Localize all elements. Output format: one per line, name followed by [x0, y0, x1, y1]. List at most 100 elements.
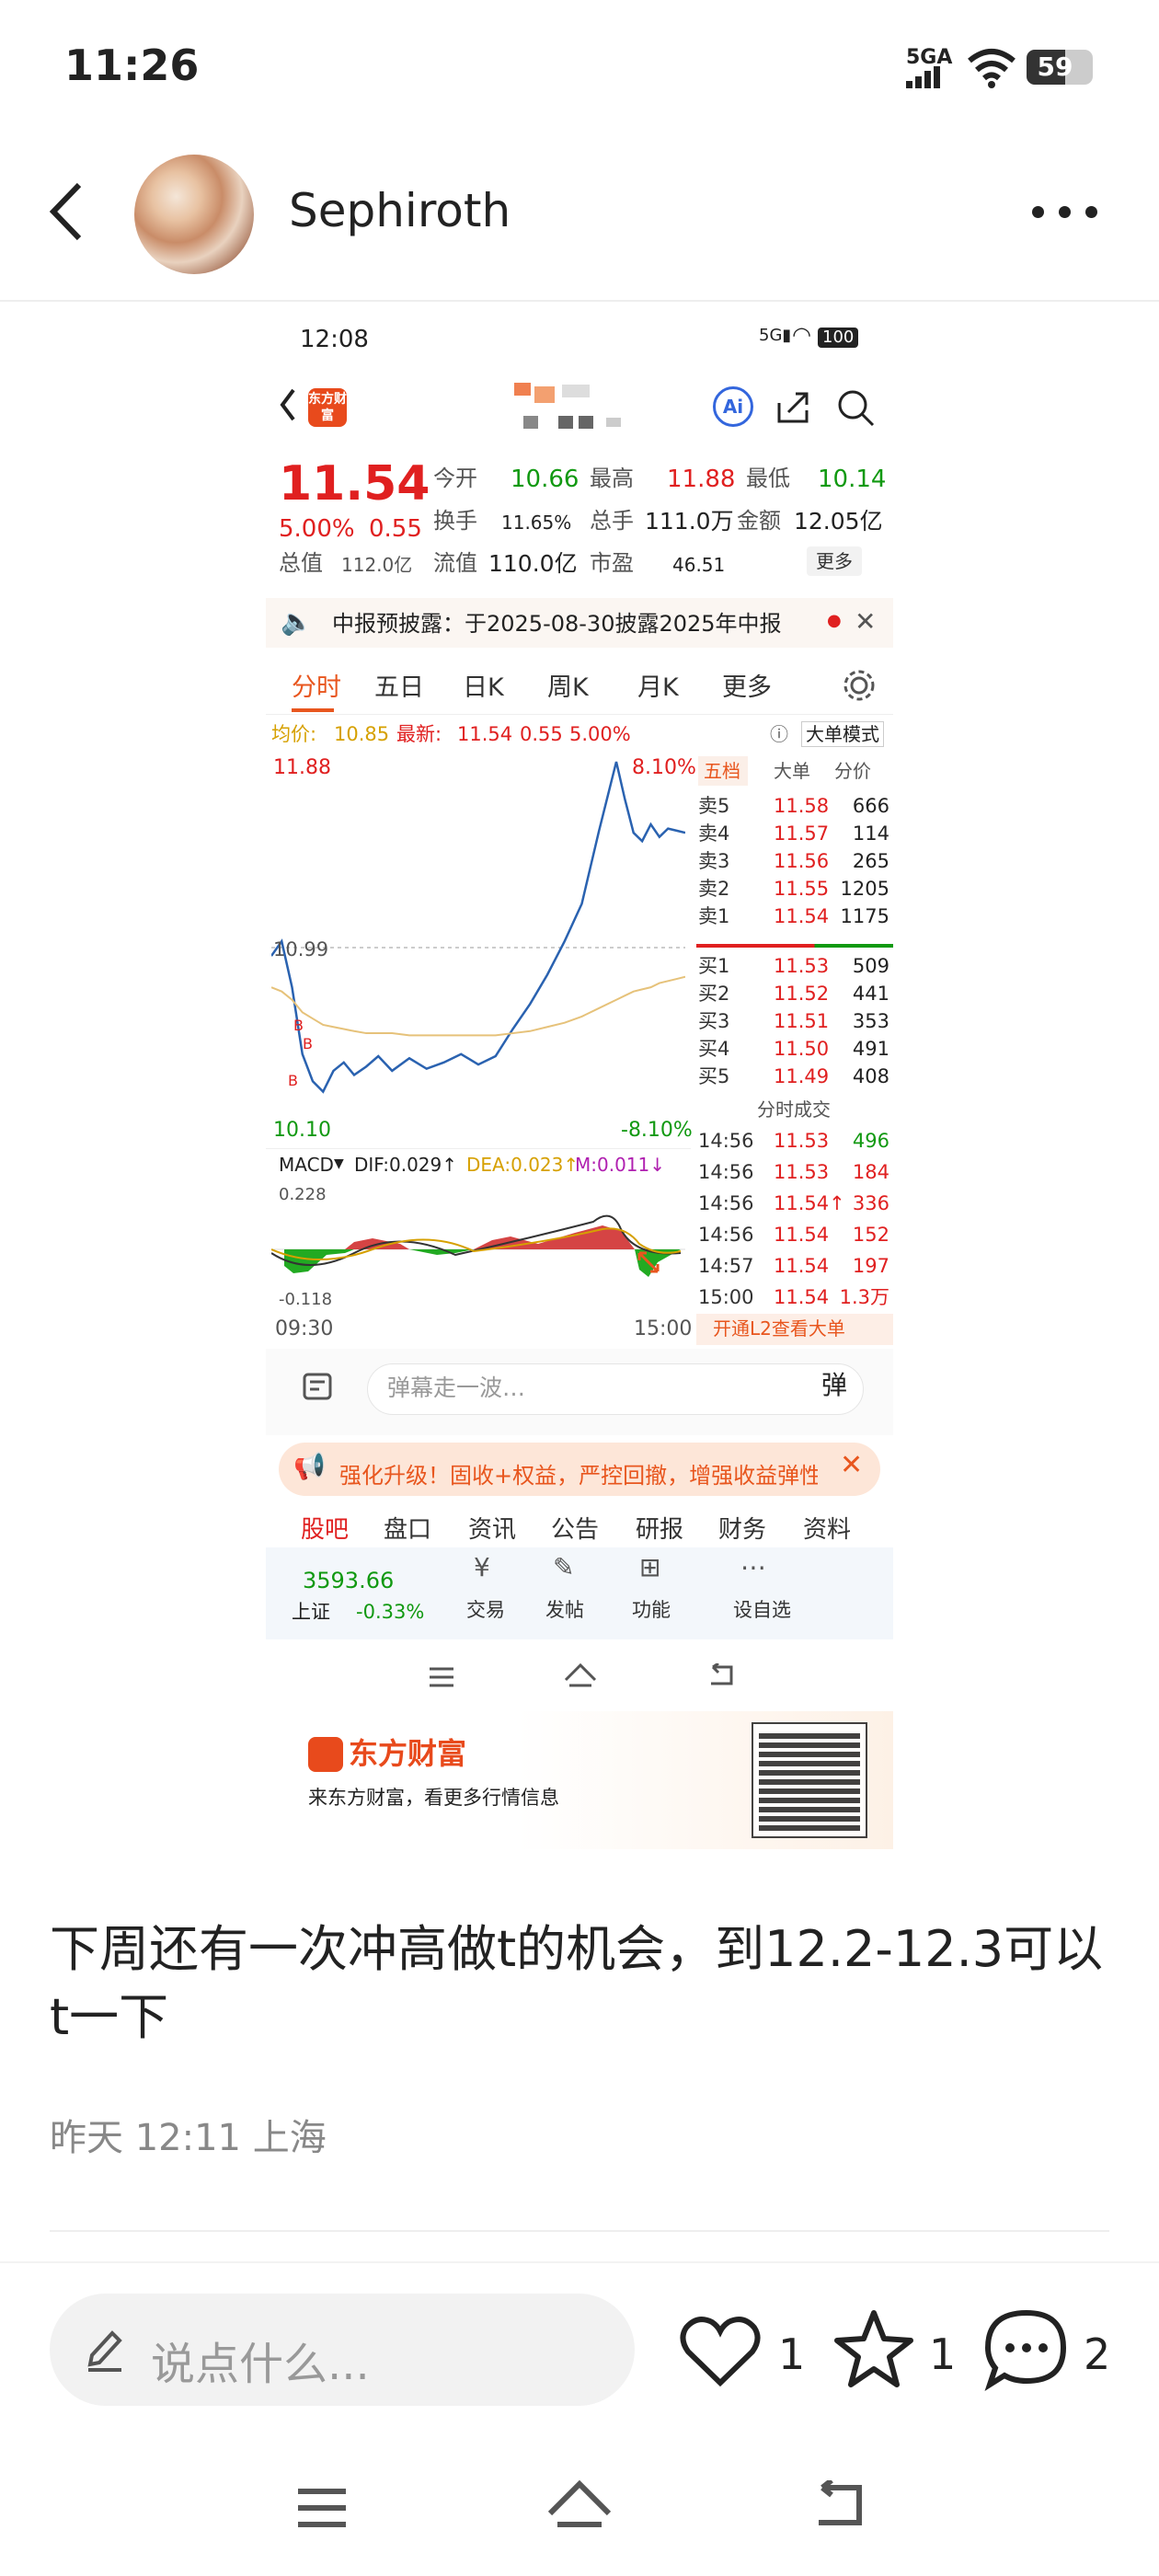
megaphone-icon: 📢 [293, 1451, 326, 1481]
battery-icon: 59 [1027, 50, 1093, 85]
subtab-2: 资讯 [468, 1516, 517, 1544]
mcap-label: 总值 [279, 550, 323, 576]
avg-price-line [271, 975, 685, 1037]
bid-volume: 408 [852, 1065, 889, 1087]
ad-tagline: 来东方财富，看更多行情信息 [308, 1787, 559, 1809]
ask-label: 卖2 [698, 878, 730, 900]
trade-volume: 152 [852, 1224, 889, 1246]
low-label: 最低 [746, 466, 790, 491]
comment-icon[interactable] [982, 2307, 1071, 2392]
search-icon [838, 390, 875, 427]
avatar[interactable] [134, 155, 254, 274]
inner-wifi-icon: ◠ [792, 322, 811, 348]
macd-dea: DEA:0.023↑ [466, 1154, 580, 1176]
speaker-icon: 🔈 [281, 606, 313, 637]
open-value: 10.66 [511, 466, 580, 493]
function-icon: ⊞ [639, 1552, 661, 1582]
bid-volume: 509 [852, 955, 889, 977]
danmu-settings-icon [303, 1373, 332, 1400]
float-value: 110.0亿 [488, 550, 578, 577]
change-pct: 5.00% [279, 515, 355, 543]
bid-volume: 353 [852, 1010, 889, 1032]
amount-label: 金额 [737, 508, 781, 534]
index-value: 3593.66 [303, 1568, 395, 1593]
trade-time: 14:57 [698, 1255, 754, 1277]
add-watchlist-icon: ⋯ [740, 1552, 766, 1582]
mcap-value: 112.0亿 [341, 554, 413, 576]
ask-price: 11.56 [774, 850, 830, 872]
post-text: 下周还有一次冲高做t的机会，到12.2-12.3可以t一下 [50, 1920, 1104, 2046]
ob-col2: 大单 [774, 760, 810, 782]
ask-label: 卖3 [698, 850, 730, 872]
tabs-divider [266, 714, 893, 715]
buy-marker: B [303, 1035, 313, 1052]
trade-volume: 1.3万 [839, 1286, 889, 1308]
inner-signal-icon: 5G▮ [759, 326, 792, 345]
inner-home-icon [564, 1662, 597, 1687]
trades-title: 分时成交 [757, 1098, 831, 1121]
ask-label: 卖4 [698, 822, 730, 845]
ask-volume: 1175 [840, 905, 889, 927]
tab-0: 分时 [292, 673, 341, 702]
chart-down-pct: -8.10% [621, 1119, 693, 1142]
subtab-5: 财务 [718, 1516, 767, 1544]
back-arrow-icon[interactable] [46, 179, 86, 244]
header-divider [0, 300, 1159, 302]
inner-back-icon [280, 388, 295, 421]
bottom-item-3: 设自选 [733, 1599, 791, 1621]
chart-up-pct: 8.10% [632, 756, 696, 779]
inner-menu-icon [430, 1667, 453, 1687]
expand-icon [637, 1251, 660, 1273]
bid-label: 买5 [698, 1065, 730, 1087]
post-divider [50, 2230, 1109, 2232]
nav-home-icon[interactable] [546, 2478, 613, 2532]
ai-icon: Ai [713, 386, 753, 427]
username[interactable]: Sephiroth [289, 184, 511, 237]
favorite-star-icon[interactable] [832, 2307, 916, 2390]
eastmoney-logo: 东方财富 [308, 388, 347, 427]
ask-label: 卖5 [698, 795, 730, 817]
ask-price: 11.55 [774, 878, 830, 900]
trade-price: 11.53 [774, 1161, 830, 1183]
trade-time: 14:56 [698, 1161, 754, 1183]
change-abs: 0.55 [369, 515, 422, 543]
buy-marker: B [288, 1072, 298, 1089]
promo-text: 强化升级！固收+权益，严控回撤，增强收益弹性 [339, 1463, 818, 1489]
trade-volume: 496 [852, 1130, 889, 1152]
notice-close-icon: ✕ [855, 606, 877, 637]
ask-volume: 265 [852, 850, 889, 872]
tab-1: 五日 [374, 673, 424, 702]
tab-3: 周K [547, 673, 589, 702]
price-line [271, 761, 685, 1094]
battery-level: 59 [1037, 52, 1073, 82]
favorite-count: 1 [929, 2329, 957, 2379]
trade-icon: ¥ [474, 1552, 490, 1582]
bid-price: 11.53 [774, 955, 830, 977]
wifi-icon [968, 49, 1016, 88]
qr-code [752, 1722, 867, 1838]
last-value: 11.54 [457, 723, 513, 745]
high-value: 11.88 [667, 466, 736, 493]
subtab-3: 公告 [551, 1516, 600, 1544]
more-options-icon[interactable] [1032, 206, 1098, 219]
like-count: 1 [778, 2329, 806, 2379]
bid-price: 11.52 [774, 983, 830, 1005]
post-icon: ✎ [553, 1552, 575, 1582]
comment-count: 2 [1084, 2329, 1111, 2379]
like-icon[interactable] [679, 2315, 762, 2388]
chart-mid-label: 10.99 [273, 938, 329, 960]
amount-value: 12.05亿 [794, 508, 883, 535]
nav-menu-icon[interactable] [296, 2486, 348, 2530]
trade-volume: 184 [852, 1161, 889, 1183]
nav-back-icon[interactable] [809, 2480, 866, 2530]
trade-time: 15:00 [698, 1286, 754, 1308]
turnover-value: 11.65% [501, 512, 572, 534]
macd-divider [266, 1148, 691, 1149]
open-label: 今开 [433, 466, 477, 491]
bid-label: 买1 [698, 955, 730, 977]
notice-dot: ● [827, 611, 842, 630]
trade-price: 11.53 [774, 1130, 830, 1152]
macd-dropdown-icon: ▼ [334, 1156, 344, 1171]
bid-price: 11.51 [774, 1010, 830, 1032]
post-image[interactable]: 12:08 5G▮ ◠ 100 东方财富 Ai 11.54 5.00% 0.55… [266, 304, 893, 1849]
